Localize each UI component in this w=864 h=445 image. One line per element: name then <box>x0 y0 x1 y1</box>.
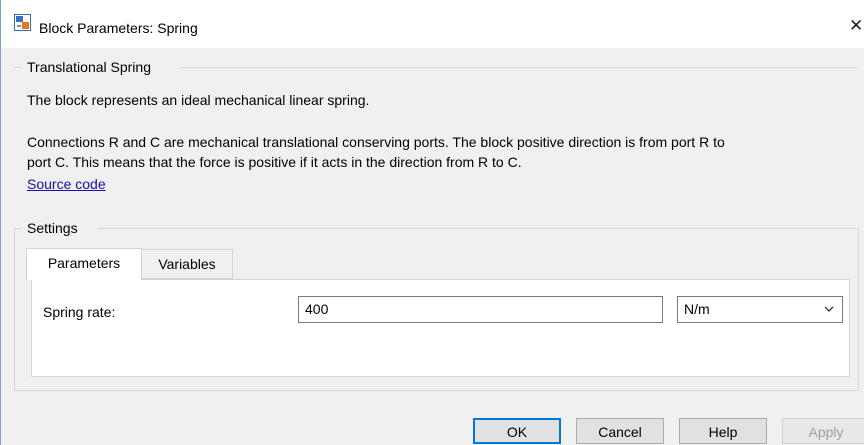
block-group-title: Translational Spring <box>27 59 151 75</box>
parameters-panel <box>31 279 850 377</box>
block-description-ports: Connections R and C are mechanical trans… <box>27 134 725 150</box>
block-description-direction: port C. This means that the force is pos… <box>27 154 522 170</box>
title-bar[interactable]: Block Parameters: Spring ✕ <box>1 0 864 48</box>
help-button[interactable]: Help <box>679 418 767 444</box>
dialog-content: Translational Spring The block represent… <box>1 48 864 445</box>
tab-parameters[interactable]: Parameters <box>26 248 142 280</box>
ok-button[interactable]: OK <box>473 418 561 444</box>
block-description: The block represents an ideal mechanical… <box>27 92 370 108</box>
spring-rate-label: Spring rate: <box>43 304 116 320</box>
tab-variables-label: Variables <box>158 256 216 272</box>
spring-rate-unit-select[interactable]: N/m <box>677 296 843 323</box>
group-separator <box>14 67 22 68</box>
dialog-window: Block Parameters: Spring ✕ Translational… <box>0 0 864 445</box>
simulink-block-icon <box>14 14 31 31</box>
close-icon[interactable]: ✕ <box>849 16 864 36</box>
source-code-link[interactable]: Source code <box>27 176 106 192</box>
spring-rate-unit-value: N/m <box>684 301 710 317</box>
tab-parameters-label: Parameters <box>47 255 121 271</box>
cancel-button[interactable]: Cancel <box>576 418 664 444</box>
apply-button[interactable]: Apply <box>782 418 864 444</box>
group-separator <box>181 67 857 68</box>
chevron-down-icon <box>824 306 834 312</box>
window-title: Block Parameters: Spring <box>39 20 198 36</box>
spring-rate-input[interactable]: 400 <box>298 296 663 323</box>
tab-variables[interactable]: Variables <box>142 249 233 279</box>
